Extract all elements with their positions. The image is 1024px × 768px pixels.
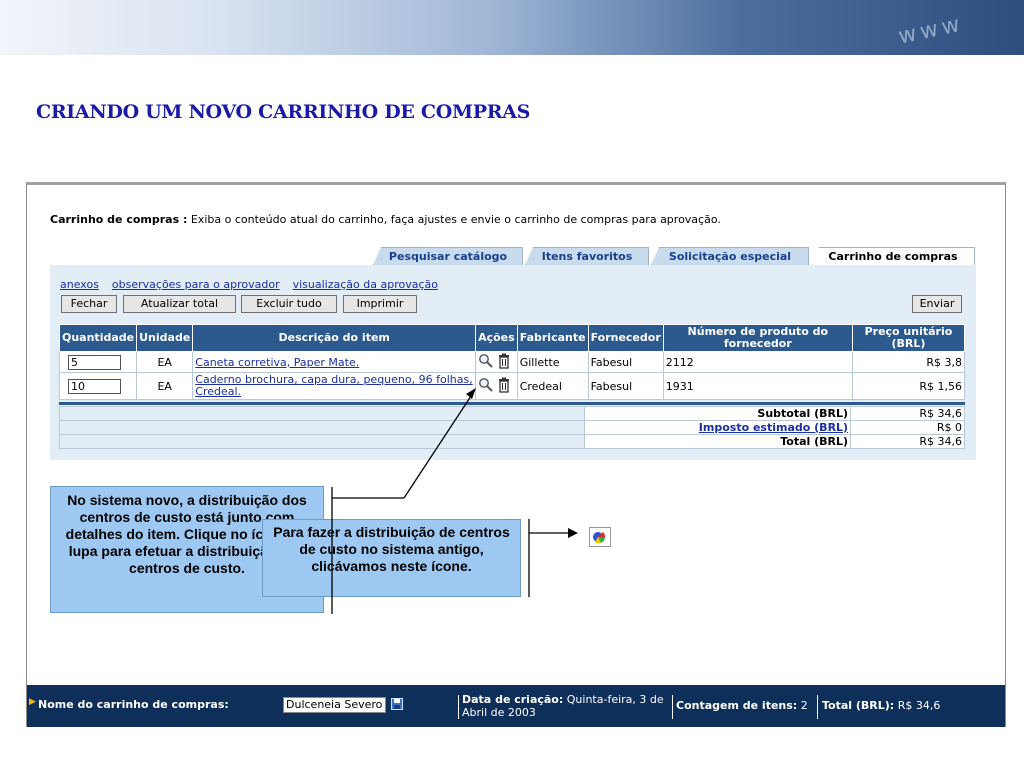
bullet-icon: ▶ [29,697,36,707]
tab-shopping-cart[interactable]: Carrinho de compras [811,247,975,265]
trash-icon[interactable] [499,377,510,393]
link-attachments[interactable]: anexos [60,278,99,291]
header-banner: www [0,0,1024,55]
row-actions [479,377,510,393]
total-row: Total (BRL) R$ 34,6 [58,434,965,449]
col-header-description: Descrição do item [192,324,477,352]
created-value: Quinta-feira, 3 de [563,693,664,706]
subtotal-value: R$ 34,6 [850,406,965,421]
cart-items-table: Quantidade Unidade Descrição do item Açõ… [58,324,966,400]
subtotal-row: Subtotal (BRL) R$ 34,6 [58,406,965,421]
update-total-button[interactable]: Atualizar total [123,295,236,313]
tab-search-catalog[interactable]: Pesquisar catálogo [373,247,523,265]
part-number-cell: 2112 [662,351,853,373]
created-label: Data de criação: [462,693,564,706]
magnifier-icon[interactable] [479,377,493,392]
unit-cell: EA [136,372,194,400]
callout-old-system: Para fazer a distribuição de centros de … [262,519,521,597]
cart-footer: ▶ Nome do carrinho de compras: Dulceneia… [27,685,1005,727]
table-header-row: Quantidade Unidade Descrição do item Açõ… [58,324,966,352]
old-distribution-icon [589,527,611,547]
cart-heading-label: Carrinho de compras : [50,213,188,226]
supplier-cell: Fabesul [587,372,664,400]
tax-row: Imposto estimado (BRL) R$ 0 [58,420,965,435]
cart-links: anexos observações para o aprovador visual… [60,278,451,291]
cart-heading: Carrinho de compras : Exiba o conteúdo a… [50,213,721,226]
footer-total-label: Total (BRL): [822,699,895,712]
manufacturer-cell: Gillette [516,351,589,373]
quantity-input[interactable]: 5 [68,354,121,370]
estimated-tax-link[interactable]: Imposto estimado (BRL) [699,421,848,434]
tab-favorites[interactable]: Itens favoritos [525,247,649,265]
col-header-unit: Unidade [136,324,194,352]
footer-separator [817,695,818,719]
footer-separator [672,695,673,719]
footer-total-value: R$ 34,6 [894,699,941,712]
link-approval-view[interactable]: visualização da aprovação [293,278,438,291]
col-header-manufacturer: Fabricante [516,324,589,352]
created-date: Data de criação: Quinta-feira, 3 de [462,693,664,706]
unit-price-cell: R$ 1,56 [851,372,966,400]
item-description-link[interactable]: Caneta corretiva, Paper Mate. [195,356,359,369]
footer-total: Total (BRL): R$ 34,6 [822,699,940,712]
unit-price-cell: R$ 3,8 [851,351,966,373]
total-value: R$ 34,6 [850,434,965,449]
trash-icon[interactable] [499,353,510,369]
delete-all-button[interactable]: Excluir tudo [241,295,337,313]
link-approver-notes[interactable]: observações para o aprovador [112,278,280,291]
col-header-supplier: Fornecedor [587,324,664,352]
unit-cell: EA [136,351,194,373]
item-count: Contagem de itens: 2 [676,699,808,712]
cart-heading-text: Exiba o conteúdo atual do carrinho, faça… [187,213,721,226]
col-header-quantity: Quantidade [58,324,138,352]
close-button[interactable]: Fechar [61,295,117,313]
part-number-cell: 1931 [662,372,853,400]
banner-watermark: www [896,11,966,50]
cart-panel: anexos observações para o aprovador visual… [50,265,976,460]
created-value-line2: Abril de 2003 [462,706,536,719]
print-button[interactable]: Imprimir [343,295,417,313]
app-screenshot: Carrinho de compras : Exiba o conteúdo a… [26,182,1006,727]
totals-table: Subtotal (BRL) R$ 34,6 Imposto estimado … [58,406,965,449]
send-button[interactable]: Enviar [912,295,962,313]
item-count-value: 2 [797,699,808,712]
table-row: 10 EA Caderno brochura, capa dura, peque… [58,372,966,400]
row-actions [479,353,510,369]
total-label: Total (BRL) [584,434,852,449]
tax-value: R$ 0 [850,420,965,435]
cart-name-input[interactable]: Dulceneia Severo [283,697,386,713]
table-row: 5 EA Caneta corretiva, Paper Mate. Gille… [58,351,966,373]
magnifier-icon[interactable] [479,353,493,368]
footer-separator [458,695,459,719]
slide-title: CRIANDO UM NOVO CARRINHO DE COMPRAS [36,101,531,123]
cart-name-label: Nome do carrinho de compras: [38,698,229,711]
item-count-label: Contagem de itens: [676,699,798,712]
tab-special-request[interactable]: Solicitação especial [651,247,809,265]
quantity-input[interactable]: 10 [68,378,121,394]
col-header-part-number: Número de produto do fornecedor [662,324,853,352]
col-header-unit-price: Preço unitário (BRL) [851,324,966,352]
item-description-link[interactable]: Caderno brochura, capa dura, pequeno, 96… [195,373,472,398]
supplier-cell: Fabesul [587,351,664,373]
col-header-actions: Ações [475,324,518,352]
subtotal-label: Subtotal (BRL) [584,406,852,421]
table-divider [59,402,965,405]
save-icon[interactable] [391,698,403,710]
manufacturer-cell: Credeal [516,372,589,400]
